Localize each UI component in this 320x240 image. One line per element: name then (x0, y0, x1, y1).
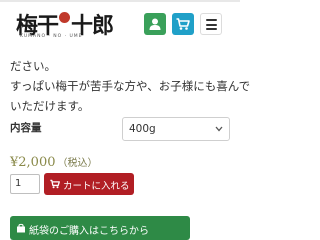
add-to-cart-button[interactable]: カートに入れる (44, 173, 134, 195)
logo-subtitle: KUMANO · NO · UME (20, 34, 83, 39)
option-label: 内容量 (10, 122, 42, 134)
description-line: いただけます。 (10, 99, 90, 113)
description-line: ださい。 (10, 59, 56, 73)
user-icon (149, 18, 161, 30)
chevron-down-icon (215, 126, 223, 132)
logo-mark-icon (59, 12, 71, 23)
site-header: 梅干 十郎 KUMANO · NO · UME (0, 0, 240, 50)
cart-icon (176, 18, 190, 30)
menu-button[interactable] (200, 13, 222, 35)
cart-button[interactable] (172, 13, 194, 35)
description-line: すっぱい梅干が苦手な方や、お子様にも喜んで (10, 79, 251, 93)
bag-icon (17, 223, 25, 233)
content-amount-select[interactable]: 400g (122, 117, 230, 141)
site-logo[interactable]: 梅干 十郎 KUMANO · NO · UME (16, 10, 114, 44)
cart-icon (50, 179, 60, 189)
product-description: ださい。 すっぱい梅干が苦手な方や、お子様にも喜んで いただけます。 (10, 56, 251, 116)
quantity-input[interactable]: 1 (10, 174, 40, 194)
header-divider (0, 0, 240, 2)
purchase-label: 紙袋のご購入はこちらから (29, 226, 149, 237)
account-button[interactable] (144, 13, 166, 35)
product-price: ¥2,000 （税込） (10, 151, 98, 170)
add-to-cart-label: カートに入れる (63, 181, 130, 192)
price-amount: ¥2,000 (10, 155, 56, 170)
price-tax-note: （税込） (57, 158, 98, 169)
selected-option: 400g (129, 123, 156, 135)
paper-bag-purchase-button[interactable]: 紙袋のご購入はこちらから (10, 216, 190, 240)
